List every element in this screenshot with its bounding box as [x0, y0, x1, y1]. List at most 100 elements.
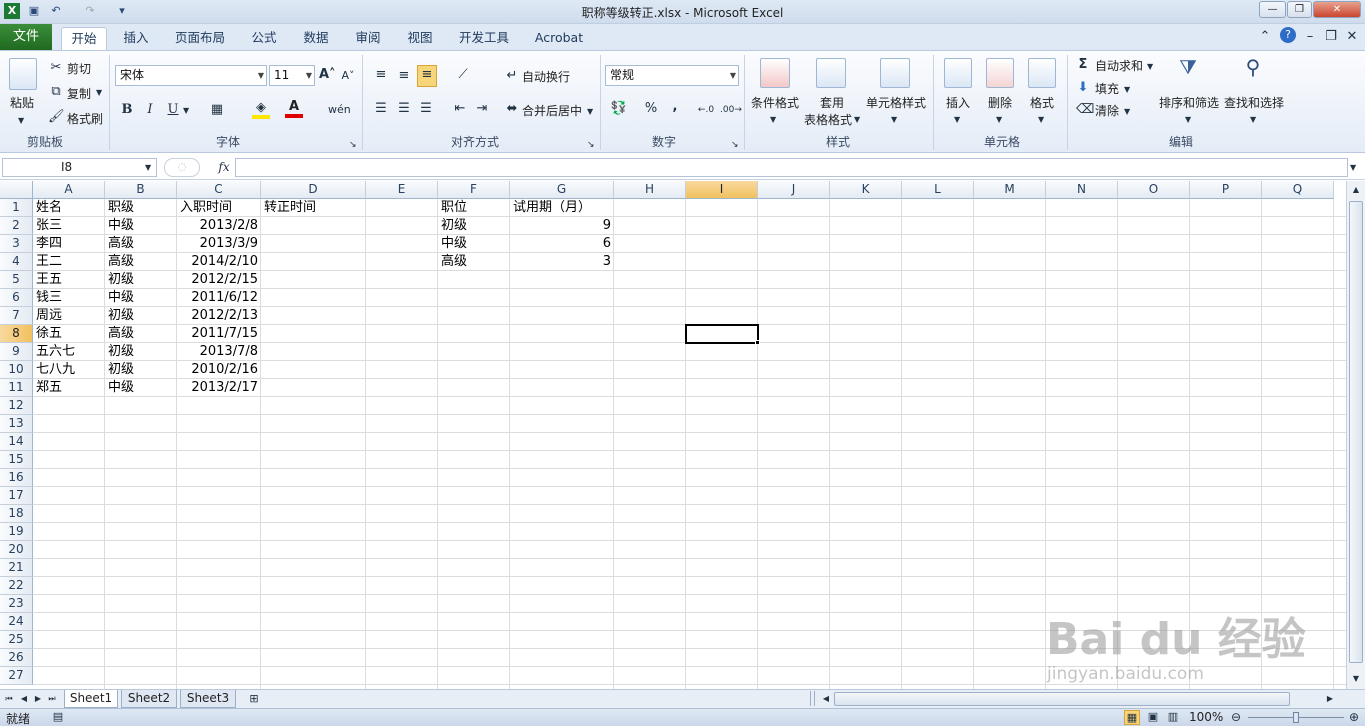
minimize-ribbon-icon[interactable]: ⌃ — [1258, 28, 1272, 46]
tab-insert[interactable]: 插入 — [117, 27, 155, 50]
row-header-20[interactable]: 20 — [0, 541, 33, 559]
row-header-3[interactable]: 3 — [0, 235, 33, 253]
accounting-format-icon[interactable]: 💱 — [609, 100, 629, 118]
column-header-m[interactable]: M — [974, 181, 1046, 199]
row-header-8[interactable]: 8 — [0, 325, 33, 343]
doc-minimize-icon[interactable]: – — [1303, 28, 1317, 46]
row-header-24[interactable]: 24 — [0, 613, 33, 631]
cell-b1[interactable]: 职级 — [105, 199, 137, 217]
cell-b6[interactable]: 中级 — [105, 289, 137, 307]
comma-button[interactable]: , — [667, 98, 683, 116]
column-header-d[interactable]: D — [261, 181, 366, 199]
cell-c6[interactable]: 2011/6/12 — [177, 289, 261, 307]
scroll-left-icon[interactable]: ◀ — [820, 690, 832, 708]
row-header-14[interactable]: 14 — [0, 433, 33, 451]
cell-b3[interactable]: 高级 — [105, 235, 137, 253]
cell-a11[interactable]: 郑五 — [33, 379, 65, 397]
row-header-21[interactable]: 21 — [0, 559, 33, 577]
row-header-16[interactable]: 16 — [0, 469, 33, 487]
format-cells-icon[interactable] — [1028, 58, 1056, 88]
conditional-formatting-button[interactable]: 条件格式 — [751, 94, 799, 111]
clear-button[interactable]: 清除 — [1095, 102, 1119, 119]
cell-g1[interactable]: 试用期（月） — [510, 199, 594, 217]
cell-a4[interactable]: 王二 — [33, 253, 65, 271]
eraser-icon[interactable]: ⌫ — [1076, 101, 1094, 119]
row-header-7[interactable]: 7 — [0, 307, 33, 325]
underline-dropdown-icon[interactable]: ▼ — [183, 102, 189, 120]
column-header-o[interactable]: O — [1118, 181, 1190, 199]
wrap-text-button[interactable]: 自动换行 — [522, 68, 570, 85]
conditional-dropdown-icon[interactable]: ▼ — [770, 111, 776, 129]
column-header-b[interactable]: B — [105, 181, 177, 199]
cell-c9[interactable]: 2013/7/8 — [177, 343, 261, 361]
cell-a2[interactable]: 张三 — [33, 217, 65, 235]
insert-cells-button[interactable]: 插入 — [946, 94, 970, 111]
grow-font-icon[interactable]: A˄ — [319, 66, 336, 84]
tab-view[interactable]: 视图 — [400, 27, 440, 50]
cell-a5[interactable]: 王五 — [33, 271, 65, 289]
increase-indent-icon[interactable]: ⇥ — [473, 100, 491, 118]
insert-function-button[interactable]: fx — [215, 158, 233, 176]
doc-restore-icon[interactable]: ❐ — [1324, 28, 1338, 46]
borders-icon[interactable]: ▦ — [208, 101, 226, 119]
name-box-dropdown-icon[interactable]: ▼ — [145, 159, 151, 177]
column-header-c[interactable]: C — [177, 181, 261, 199]
cell-c4[interactable]: 2014/2/10 — [177, 253, 261, 271]
column-header-k[interactable]: K — [830, 181, 902, 199]
vertical-scrollbar[interactable]: ▲ ▼ — [1346, 181, 1365, 689]
align-right-icon[interactable]: ☰ — [417, 100, 435, 118]
select-all-corner[interactable] — [0, 181, 33, 199]
copy-button[interactable]: 复制 — [67, 85, 91, 102]
cell-c1[interactable]: 入职时间 — [177, 199, 235, 217]
format-cells-button[interactable]: 格式 — [1030, 94, 1054, 111]
tab-split-handle[interactable] — [810, 691, 815, 706]
doc-close-icon[interactable]: ✕ — [1345, 28, 1359, 46]
row-header-23[interactable]: 23 — [0, 595, 33, 613]
cell-g3[interactable]: 6 — [510, 235, 614, 253]
row-header-17[interactable]: 17 — [0, 487, 33, 505]
fill-down-icon[interactable]: ⬇ — [1076, 79, 1090, 97]
font-name-select[interactable]: 宋体 ▼ — [115, 65, 267, 86]
row-header-15[interactable]: 15 — [0, 451, 33, 469]
cut-button[interactable]: 剪切 — [67, 60, 91, 77]
row-header-12[interactable]: 12 — [0, 397, 33, 415]
font-dialog-launcher-icon[interactable]: ↘ — [349, 136, 357, 154]
tab-review[interactable]: 审阅 — [348, 27, 388, 50]
cell-styles-button[interactable]: 单元格样式 — [866, 94, 926, 111]
format-as-table-line1[interactable]: 套用 — [820, 94, 844, 111]
expand-formula-bar-icon[interactable]: ▼ — [1350, 159, 1356, 177]
format-painter-button[interactable]: 格式刷 — [67, 110, 103, 127]
sort-dropdown-icon[interactable]: ▼ — [1185, 111, 1191, 129]
column-header-l[interactable]: L — [902, 181, 974, 199]
merge-center-button[interactable]: 合并后居中 — [522, 102, 582, 119]
page-layout-view-icon[interactable]: ▣ — [1145, 709, 1161, 725]
cell-b11[interactable]: 中级 — [105, 379, 137, 397]
merge-dropdown-icon[interactable]: ▼ — [587, 103, 593, 121]
active-cell-outline[interactable] — [685, 324, 759, 344]
sort-filter-icon[interactable]: ⧩ — [1172, 57, 1204, 88]
column-header-f[interactable]: F — [438, 181, 510, 199]
wrap-text-icon[interactable]: ↵ — [504, 67, 520, 85]
cell-styles-dropdown-icon[interactable]: ▼ — [891, 111, 897, 129]
row-header-26[interactable]: 26 — [0, 649, 33, 667]
close-button[interactable]: ✕ — [1313, 1, 1361, 18]
align-middle-icon[interactable]: ≡ — [395, 67, 413, 85]
underline-button[interactable]: U — [165, 101, 181, 119]
conditional-formatting-icon[interactable] — [760, 58, 790, 88]
align-bottom-icon[interactable]: ≡ — [417, 65, 437, 87]
format-as-table-icon[interactable] — [816, 58, 846, 88]
sheet-tab-sheet2[interactable]: Sheet2 — [121, 690, 177, 708]
row-header-4[interactable]: 4 — [0, 253, 33, 271]
cell-b9[interactable]: 初级 — [105, 343, 137, 361]
column-header-g[interactable]: G — [510, 181, 614, 199]
cell-a9[interactable]: 五六七 — [33, 343, 78, 361]
scroll-up-icon[interactable]: ▲ — [1348, 182, 1364, 198]
sort-filter-button[interactable]: 排序和筛选 — [1159, 94, 1219, 111]
fill-color-icon[interactable]: ◈ — [252, 100, 270, 119]
cell-b7[interactable]: 初级 — [105, 307, 137, 325]
last-sheet-icon[interactable]: ⏭ — [46, 690, 58, 708]
format-dropdown-icon[interactable]: ▼ — [1038, 111, 1044, 129]
horizontal-scroll-thumb[interactable] — [834, 692, 1290, 706]
zoom-slider-thumb[interactable] — [1293, 712, 1299, 723]
zoom-level[interactable]: 100% — [1189, 710, 1223, 724]
